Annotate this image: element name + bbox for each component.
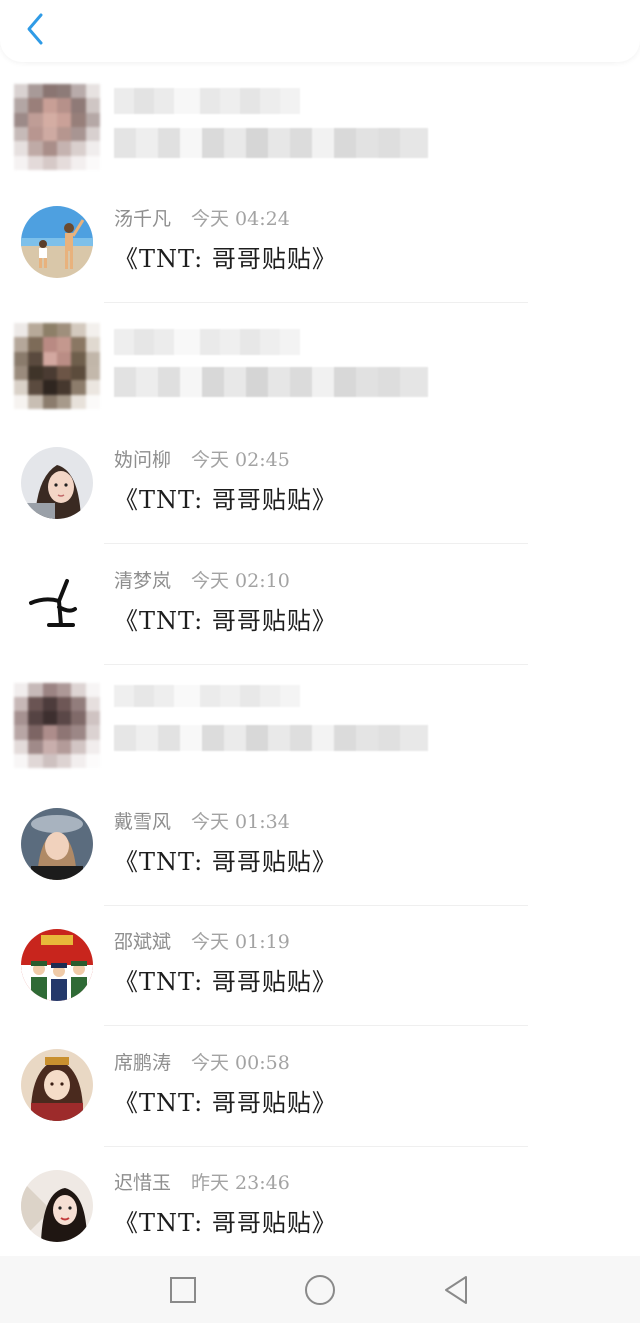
comment-text: 《TNT: 哥哥贴贴》 (114, 968, 337, 996)
timestamp: 今天 01:19 (191, 931, 290, 953)
recent-apps-button[interactable] (161, 1268, 205, 1312)
chevron-left-icon (27, 13, 43, 45)
redacted-avatar-mosaic (14, 84, 100, 170)
comment-meta: 妫问柳 今天 02:45 (114, 445, 290, 473)
top-bar (0, 0, 640, 62)
user-avatar[interactable] (21, 1169, 93, 1242)
comment-meta: 汤千凡 今天 04:24 (114, 204, 290, 232)
redacted-name-mosaic (114, 88, 300, 114)
comment-row-redacted (0, 665, 640, 786)
comment-meta: 邵斌斌 今天 01:19 (114, 927, 290, 955)
comment-text: 《TNT: 哥哥贴贴》 (114, 847, 337, 876)
username[interactable]: 戴雪风 (114, 807, 171, 834)
comment-row-redacted (0, 303, 640, 424)
user-avatar[interactable] (21, 928, 93, 1001)
user-avatar[interactable] (21, 446, 93, 519)
redacted-comment-mosaic (114, 367, 428, 397)
comment-row-redacted (0, 62, 640, 183)
redacted-comment-mosaic (114, 128, 428, 158)
user-avatar[interactable] (21, 567, 93, 639)
redacted-comment-mosaic (114, 724, 428, 751)
girl-with-hat-icon (21, 808, 93, 880)
timestamp: 今天 04:24 (191, 208, 290, 230)
user-avatar[interactable] (21, 1049, 93, 1121)
comment-text: 《TNT: 哥哥贴贴》 (114, 486, 337, 514)
username[interactable]: 妫问柳 (114, 445, 171, 472)
user-avatar[interactable] (21, 808, 93, 880)
username[interactable]: 邵斌斌 (114, 927, 171, 954)
comment-row[interactable]: 邵斌斌 今天 01:19 《TNT: 哥哥贴贴》 (0, 906, 640, 1026)
username[interactable]: 席鹏涛 (114, 1048, 171, 1075)
redacted-avatar-mosaic (14, 323, 100, 409)
military-parade-icon (21, 928, 93, 1001)
username[interactable]: 迟惜玉 (114, 1168, 171, 1195)
username[interactable]: 清梦岚 (114, 566, 171, 593)
comment-text: 《TNT: 哥哥贴贴》 (114, 1088, 337, 1117)
comment-row[interactable]: 席鹏涛 今天 00:58 《TNT: 哥哥贴贴》 (0, 1026, 640, 1147)
back-button[interactable] (18, 10, 52, 48)
comment-row[interactable]: 汤千凡 今天 04:24 《TNT: 哥哥贴贴》 (0, 183, 640, 303)
comment-text: 《TNT: 哥哥贴贴》 (114, 245, 337, 273)
comment-text: 《TNT: 哥哥贴贴》 (114, 1209, 337, 1237)
system-navigation-bar (0, 1256, 640, 1323)
comment-text: 《TNT: 哥哥贴贴》 (114, 606, 337, 635)
timestamp: 今天 02:45 (191, 449, 290, 471)
comment-row[interactable]: 迟惜玉 昨天 23:46 《TNT: 哥哥贴贴》 (0, 1147, 640, 1268)
back-nav-button[interactable] (434, 1268, 478, 1312)
comment-meta: 戴雪风 今天 01:34 (114, 806, 290, 834)
redacted-name-mosaic (114, 684, 300, 707)
stick-figure-icon (21, 567, 93, 639)
home-button[interactable] (298, 1268, 342, 1312)
comment-meta: 迟惜玉 昨天 23:46 (114, 1168, 290, 1196)
comment-meta: 席鹏涛 今天 00:58 (114, 1047, 290, 1075)
recent-apps-square-icon (170, 1277, 196, 1303)
comment-meta: 清梦岚 今天 02:10 (114, 565, 290, 593)
comment-row[interactable]: 戴雪风 今天 01:34 《TNT: 哥哥贴贴》 (0, 785, 640, 906)
timestamp: 今天 00:58 (191, 1051, 290, 1074)
back-triangle-icon (445, 1276, 467, 1304)
comment-row[interactable]: 妫问柳 今天 02:45 《TNT: 哥哥贴贴》 (0, 424, 640, 544)
timestamp: 昨天 23:46 (191, 1172, 290, 1194)
username[interactable]: 汤千凡 (114, 204, 171, 231)
home-circle-icon (305, 1275, 335, 1305)
redacted-name-mosaic (114, 329, 300, 355)
beach-photo-icon (21, 205, 93, 278)
comment-list: 汤千凡 今天 04:24 《TNT: 哥哥贴贴》 妫问柳 今天 02:45 《T… (0, 62, 640, 1267)
anime-character-icon (21, 1049, 93, 1121)
user-avatar[interactable] (21, 205, 93, 278)
selfie-girl-icon (21, 446, 93, 519)
comment-row[interactable]: 清梦岚 今天 02:10 《TNT: 哥哥贴贴》 (0, 544, 640, 665)
timestamp: 今天 01:34 (191, 810, 290, 833)
girl-with-fan-icon (21, 1169, 93, 1242)
redacted-avatar-mosaic (14, 682, 100, 769)
timestamp: 今天 02:10 (191, 569, 290, 592)
